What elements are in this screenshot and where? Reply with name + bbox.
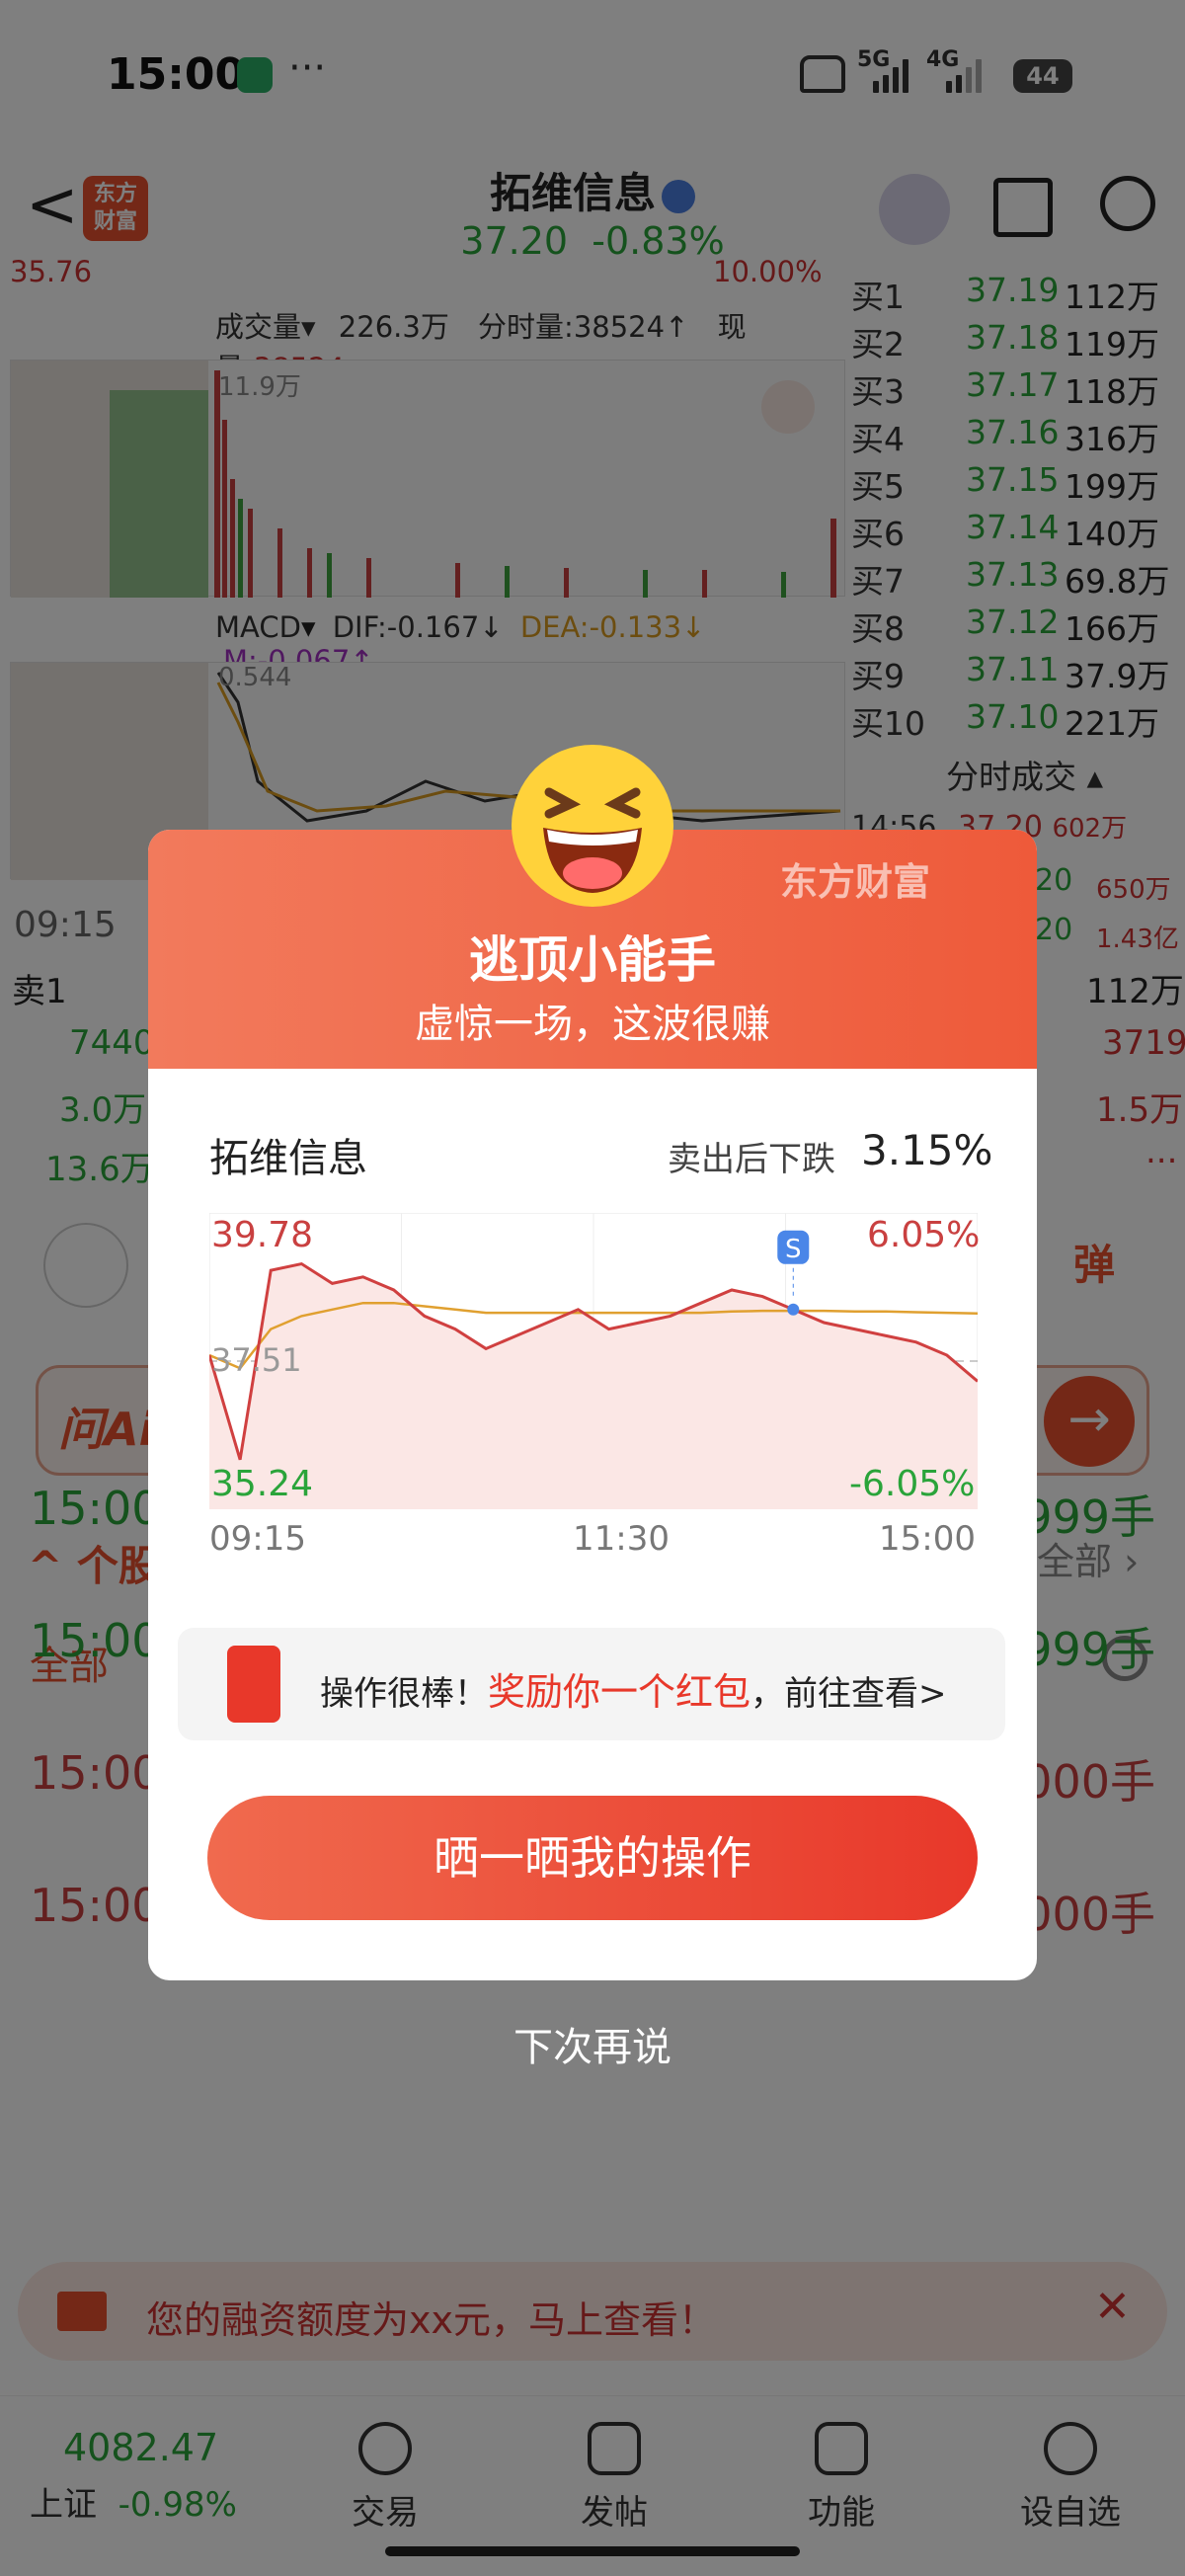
red-packet-highlight: 奖励你一个红包 <box>488 1670 751 1714</box>
red-packet-suffix: ，前往查看> <box>750 1674 947 1714</box>
modal-stock-name: 拓维信息 <box>209 1136 367 1181</box>
home-indicator[interactable] <box>385 2546 800 2556</box>
laughing-face-icon <box>512 745 673 907</box>
modal-subtitle: 虚惊一场，这波很赚 <box>415 1002 770 1047</box>
dismiss-link[interactable]: 下次再说 <box>0 2015 1185 2072</box>
share-operation-button[interactable]: 晒一晒我的操作 <box>207 1796 978 1920</box>
chart-mid-label: 37.51 <box>211 1341 302 1379</box>
red-packet-reward[interactable]: 操作很棒！奖励你一个红包，前往查看> <box>178 1628 1005 1740</box>
chart-min-label: 35.24 <box>211 1464 314 1504</box>
chart-max-pct: 6.05% <box>867 1215 981 1255</box>
x-tick-start: 09:15 <box>209 1519 306 1559</box>
brand-watermark: 东方财富 <box>780 860 931 904</box>
x-tick-end: 15:00 <box>879 1519 976 1559</box>
sell-marker-label: S <box>785 1235 802 1264</box>
chart-max-label: 39.78 <box>211 1215 314 1255</box>
drop-value: 3.15% <box>861 1126 993 1174</box>
sell-point <box>787 1303 800 1316</box>
chart-min-pct: -6.05% <box>849 1464 976 1504</box>
red-packet-prefix: 操作很棒！ <box>320 1674 488 1714</box>
red-envelope-icon <box>227 1646 280 1723</box>
drop-label: 卖出后下跌 <box>668 1140 835 1179</box>
modal-title: 逃顶小能手 <box>469 931 716 989</box>
x-tick-mid: 11:30 <box>573 1519 670 1559</box>
